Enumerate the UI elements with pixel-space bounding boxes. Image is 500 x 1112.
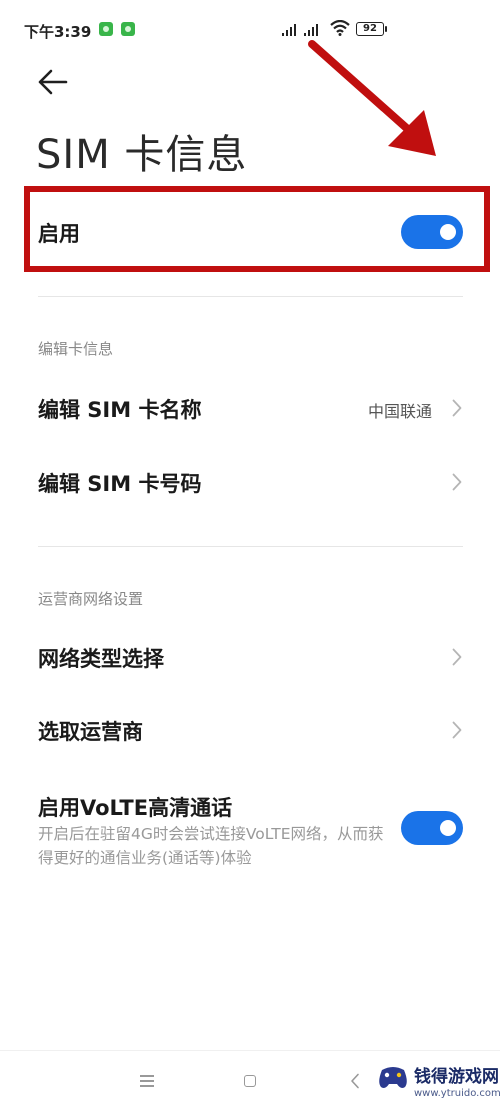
section-header-carrier: 运营商网络设置	[38, 590, 144, 608]
select-carrier-label: 选取运营商	[38, 720, 143, 744]
network-type-label: 网络类型选择	[38, 647, 164, 671]
edit-sim-number-label: 编辑 SIM 卡号码	[38, 472, 202, 496]
chevron-right-icon	[452, 721, 462, 739]
edit-sim-number-row[interactable]: 编辑 SIM 卡号码	[0, 452, 500, 514]
chevron-right-icon	[452, 399, 462, 417]
edit-sim-name-row[interactable]: 编辑 SIM 卡名称 中国联通	[0, 378, 500, 440]
chevron-right-icon	[452, 648, 462, 666]
sim-name-value: 中国联通	[367, 402, 432, 421]
watermark-title: 钱得游戏网	[414, 1067, 499, 1087]
section-header-edit: 编辑卡信息	[38, 340, 114, 358]
annotation-arrow-icon	[308, 40, 436, 156]
chevron-right-icon	[452, 473, 462, 491]
back-icon[interactable]	[350, 1073, 360, 1089]
select-carrier-row[interactable]: 选取运营商	[0, 700, 500, 762]
menu-icon[interactable]	[140, 1075, 154, 1087]
volte-description: 开启后在驻留4G时会尝试连接VoLTE网络，从而获得更好的通信业务(通话等)体验	[38, 825, 384, 867]
home-icon[interactable]	[244, 1075, 256, 1087]
watermark-url: www.ytruido.com	[414, 1088, 500, 1099]
volte-row[interactable]: 启用VoLTE高清通话 开启后在驻留4G时会尝试连接VoLTE网络，从而获得更好…	[0, 780, 500, 880]
watermark: 钱得游戏网 www.ytruido.com	[370, 1052, 500, 1111]
gamepad-logo-icon	[379, 1067, 407, 1088]
network-type-row[interactable]: 网络类型选择	[0, 627, 500, 689]
divider	[38, 546, 463, 547]
toggle-knob	[440, 820, 456, 836]
volte-label: 启用VoLTE高清通话	[38, 796, 233, 820]
edit-sim-name-label: 编辑 SIM 卡名称	[38, 398, 202, 422]
volte-toggle[interactable]	[401, 811, 463, 845]
